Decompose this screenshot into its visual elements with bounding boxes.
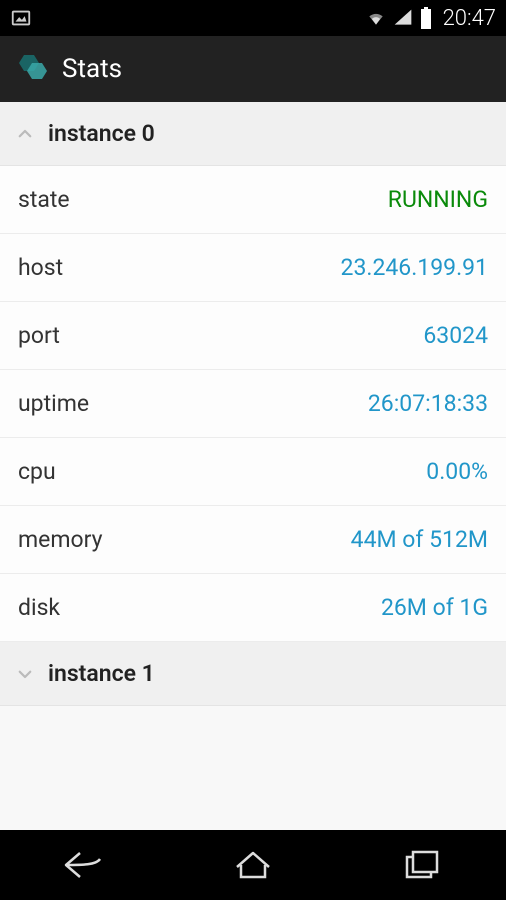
- android-nav-bar: [0, 830, 506, 900]
- battery-icon: [419, 7, 433, 29]
- app-title: Stats: [62, 54, 122, 84]
- content-area: instance 0 state RUNNING host 23.246.199…: [0, 102, 506, 830]
- status-clock: 20:47: [443, 6, 496, 31]
- action-bar: Stats: [0, 36, 506, 102]
- row-uptime[interactable]: uptime 26:07:18:33: [0, 370, 506, 438]
- row-label: state: [18, 186, 70, 213]
- row-label: port: [18, 322, 60, 349]
- row-label: host: [18, 254, 63, 281]
- section-header-instance-0[interactable]: instance 0: [0, 102, 506, 166]
- row-state[interactable]: state RUNNING: [0, 166, 506, 234]
- section-title: instance 1: [48, 660, 155, 687]
- row-value: 26M of 1G: [381, 594, 488, 621]
- row-disk[interactable]: disk 26M of 1G: [0, 574, 506, 642]
- section-title: instance 0: [48, 120, 155, 147]
- back-button[interactable]: [44, 840, 124, 890]
- row-value: RUNNING: [388, 186, 488, 213]
- row-port[interactable]: port 63024: [0, 302, 506, 370]
- picture-notification-icon: [10, 7, 32, 29]
- row-host[interactable]: host 23.246.199.91: [0, 234, 506, 302]
- chevron-up-icon: [14, 123, 36, 145]
- section-header-instance-1[interactable]: instance 1: [0, 642, 506, 706]
- home-button[interactable]: [213, 840, 293, 890]
- row-value: 26:07:18:33: [368, 390, 488, 417]
- row-value: 63024: [423, 322, 488, 349]
- row-label: cpu: [18, 458, 56, 485]
- row-value: 23.246.199.91: [341, 254, 488, 281]
- chevron-down-icon: [14, 663, 36, 685]
- row-label: disk: [18, 594, 60, 621]
- row-value: 44M of 512M: [351, 526, 488, 553]
- signal-icon: [393, 8, 413, 28]
- recent-apps-button[interactable]: [382, 840, 462, 890]
- row-memory[interactable]: memory 44M of 512M: [0, 506, 506, 574]
- wifi-icon: [365, 8, 387, 28]
- row-value: 0.00%: [426, 458, 488, 485]
- row-cpu[interactable]: cpu 0.00%: [0, 438, 506, 506]
- android-status-bar: 20:47: [0, 0, 506, 36]
- row-label: uptime: [18, 390, 89, 417]
- row-label: memory: [18, 526, 103, 553]
- app-logo-icon: [12, 49, 52, 89]
